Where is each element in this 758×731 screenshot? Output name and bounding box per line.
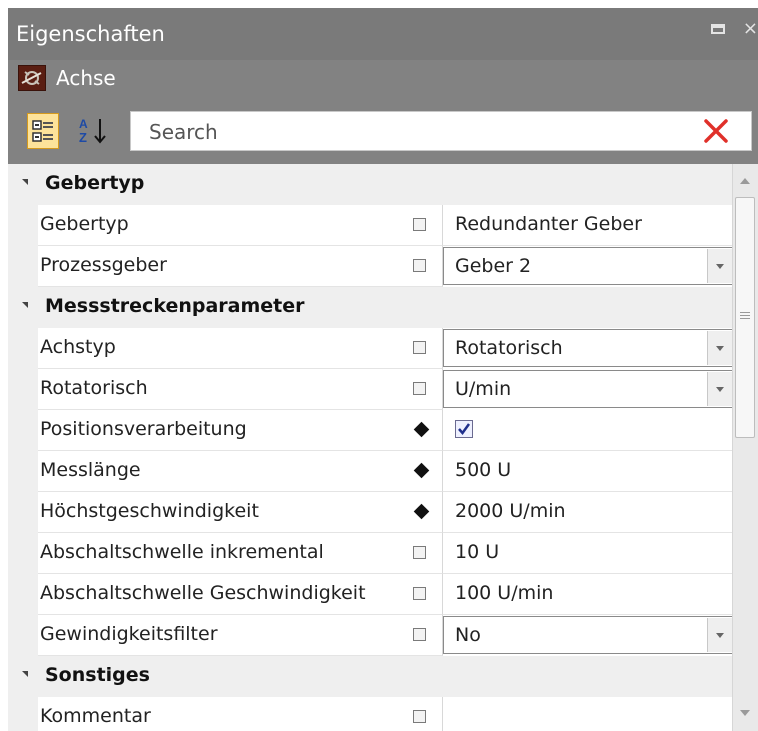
- svg-text:A: A: [79, 117, 88, 131]
- property-row-prozessgeber[interactable]: Prozessgeber Geber 2: [8, 246, 732, 287]
- categorized-view-icon: [32, 120, 53, 142]
- selected-object-label: Achse: [56, 66, 116, 90]
- positionsverarbeitung-checkbox[interactable]: [455, 420, 473, 438]
- property-value: 500 U: [455, 459, 512, 481]
- category-gebertyp[interactable]: Gebertyp: [8, 164, 732, 205]
- property-name: Achstyp: [40, 336, 116, 358]
- property-name: Rotatorisch: [40, 377, 148, 399]
- window-buttons: ×: [701, 18, 758, 39]
- collapse-arrow-icon[interactable]: [22, 179, 28, 185]
- axis-object-icon: [18, 65, 46, 91]
- rotatorisch-dropdown[interactable]: U/min: [443, 370, 732, 408]
- property-value: No: [455, 624, 481, 646]
- property-value: U/min: [455, 378, 512, 400]
- chevron-down-icon[interactable]: [707, 249, 732, 283]
- property-value: Geber 2: [455, 255, 532, 277]
- categorized-view-button[interactable]: [27, 113, 59, 149]
- property-name: Messlänge: [40, 459, 141, 481]
- property-name: Abschaltschwelle inkremental: [40, 541, 324, 563]
- category-label: Sonstiges: [45, 664, 150, 686]
- property-name: Prozessgeber: [40, 254, 167, 276]
- default-value-marker-icon[interactable]: [413, 341, 426, 354]
- property-row-hoechstgeschwindigkeit[interactable]: Höchstgeschwindigkeit 2000 U/min: [8, 492, 732, 533]
- category-messstreckenparameter[interactable]: Messstreckenparameter: [8, 287, 732, 328]
- property-name: Höchstgeschwindigkeit: [40, 500, 259, 522]
- chevron-down-icon[interactable]: [707, 331, 732, 365]
- collapse-arrow-icon[interactable]: [22, 671, 28, 677]
- close-icon[interactable]: ×: [743, 18, 758, 39]
- category-sonstiges[interactable]: Sonstiges: [8, 656, 732, 697]
- property-row-kommentar[interactable]: Kommentar: [8, 697, 732, 731]
- search-input[interactable]: [147, 117, 671, 147]
- default-value-marker-icon[interactable]: [413, 259, 426, 272]
- prozessgeber-dropdown[interactable]: Geber 2: [443, 247, 732, 285]
- property-name: Gewindigkeitsfilter: [40, 623, 218, 645]
- achstyp-dropdown[interactable]: Rotatorisch: [443, 329, 732, 367]
- property-name: Positionsverarbeitung: [40, 418, 247, 440]
- property-value: 2000 U/min: [455, 500, 566, 522]
- scroll-down-arrow-icon[interactable]: [740, 710, 750, 716]
- property-row-messlaenge[interactable]: Messlänge 500 U: [8, 451, 732, 492]
- restore-window-icon[interactable]: [711, 24, 726, 34]
- checkmark-icon: [458, 423, 471, 436]
- property-value: Rotatorisch: [455, 337, 563, 359]
- property-value: 10 U: [455, 541, 500, 563]
- properties-panel: Eigenschaften × Achse A Z Search Geberty…: [0, 0, 758, 731]
- vertical-scrollbar[interactable]: [732, 164, 758, 731]
- panel-title: Eigenschaften: [16, 22, 165, 46]
- gewindigkeitsfilter-dropdown[interactable]: No: [443, 616, 732, 654]
- default-value-marker-icon[interactable]: [413, 628, 426, 641]
- default-value-marker-icon[interactable]: [413, 382, 426, 395]
- sort-az-icon: A Z: [79, 117, 106, 145]
- property-name: Abschaltschwelle Geschwindigkeit: [40, 582, 366, 604]
- default-value-marker-icon[interactable]: [413, 218, 426, 231]
- property-name: Kommentar: [40, 705, 151, 727]
- property-name: Gebertyp: [40, 213, 129, 235]
- property-value: 100 U/min: [455, 582, 554, 604]
- property-value: Redundanter Geber: [455, 213, 642, 235]
- property-row-achstyp[interactable]: Achstyp Rotatorisch: [8, 328, 732, 369]
- scrollbar-thumb[interactable]: [735, 197, 755, 438]
- search-box[interactable]: [130, 111, 752, 151]
- panel-title-bar: Eigenschaften ×: [8, 8, 758, 60]
- property-row-gewindigkeitsfilter[interactable]: Gewindigkeitsfilter No: [8, 615, 732, 656]
- window-top-edge: [0, 0, 758, 8]
- property-row-rotatorisch[interactable]: Rotatorisch U/min: [8, 369, 732, 410]
- alphabetical-sort-button[interactable]: A Z: [74, 113, 112, 149]
- property-row-positionsverarbeitung[interactable]: Positionsverarbeitung: [8, 410, 732, 451]
- property-row-gebertyp[interactable]: Gebertyp Redundanter Geber: [8, 205, 732, 246]
- svg-text:Z: Z: [79, 130, 87, 145]
- chevron-down-icon[interactable]: [707, 618, 732, 652]
- property-grid: Gebertyp Gebertyp Redundanter Geber Proz…: [8, 164, 732, 731]
- chevron-down-icon[interactable]: [707, 372, 732, 406]
- default-value-marker-icon[interactable]: [413, 587, 426, 600]
- property-row-abschaltschwelle-geschwindigkeit[interactable]: Abschaltschwelle Geschwindigkeit 100 U/m…: [8, 574, 732, 615]
- collapse-arrow-icon[interactable]: [22, 302, 28, 308]
- category-label: Messstreckenparameter: [45, 295, 305, 317]
- default-value-marker-icon[interactable]: [413, 710, 426, 723]
- selected-object-bar: Achse: [8, 60, 758, 96]
- scroll-up-arrow-icon[interactable]: [740, 178, 750, 184]
- property-row-abschaltschwelle-inkremental[interactable]: Abschaltschwelle inkremental 10 U: [8, 533, 732, 574]
- default-value-marker-icon[interactable]: [413, 546, 426, 559]
- clear-search-icon[interactable]: [703, 118, 729, 144]
- category-label: Gebertyp: [45, 172, 145, 194]
